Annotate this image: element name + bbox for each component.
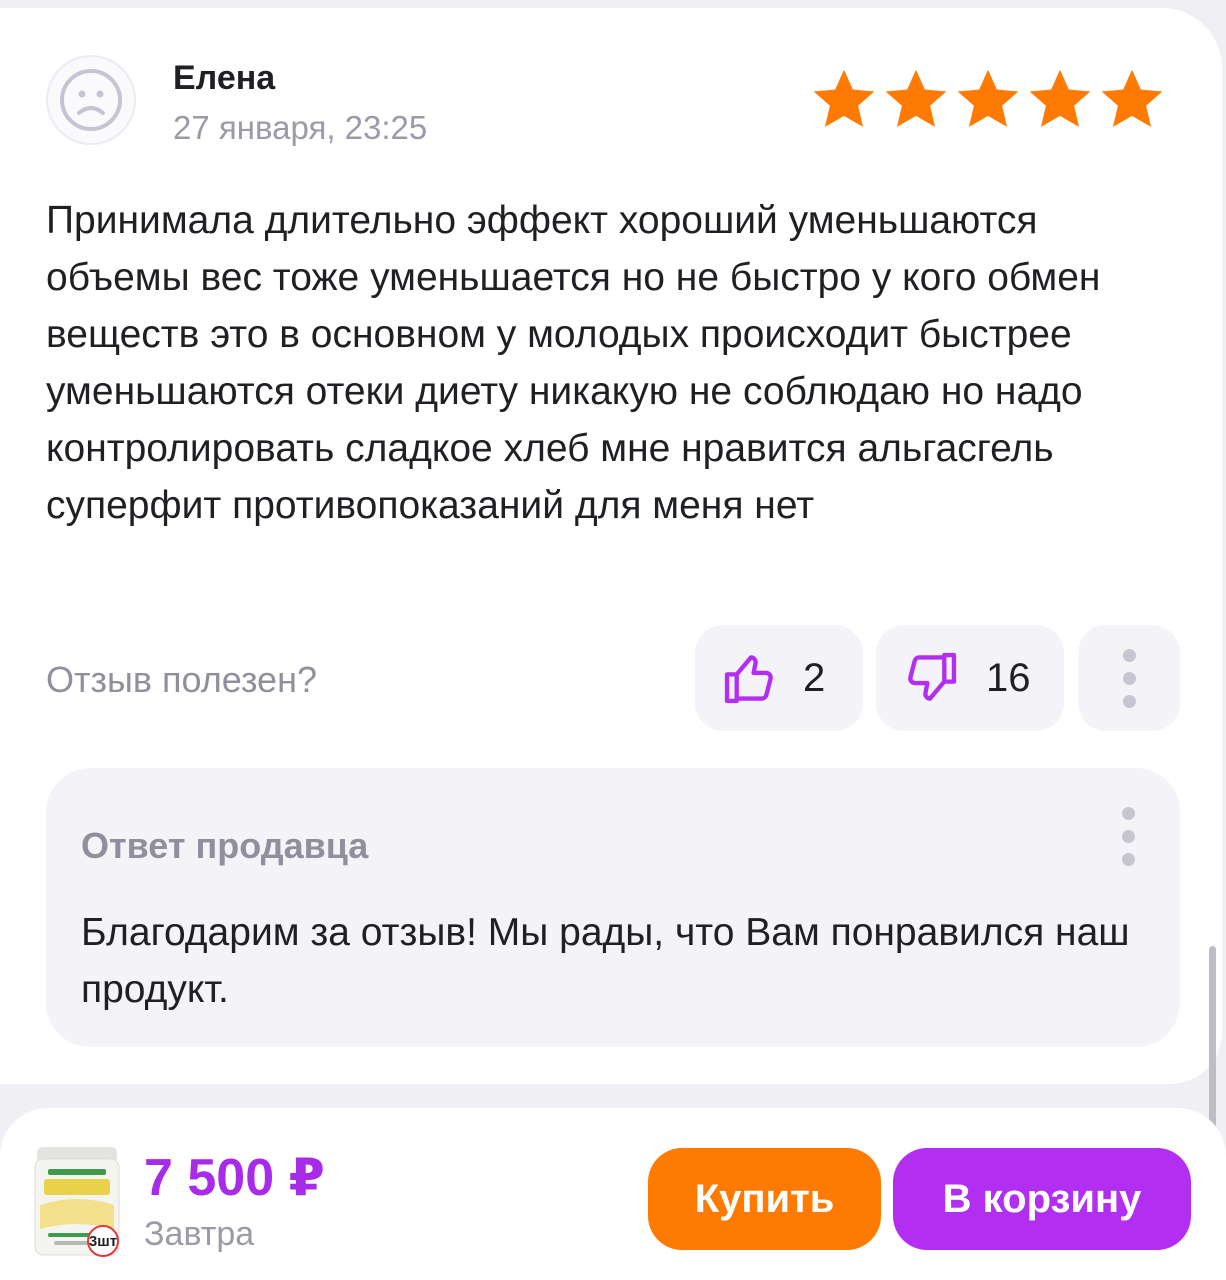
star-icon [1029, 69, 1091, 127]
dislike-button[interactable]: 16 [876, 625, 1064, 731]
review-author: Елена [173, 59, 276, 97]
star-icon [957, 69, 1019, 127]
delivery-date: Завтра [144, 1215, 255, 1253]
seller-reply: Ответ продавца Благодарим за отзыв! Мы р… [46, 768, 1180, 1047]
review-card: Елена 27 января, 23:25 Принимала длитель… [0, 8, 1222, 1084]
sad-face-icon [60, 69, 122, 131]
dislike-count: 16 [986, 655, 1031, 700]
thumbs-up-icon [724, 655, 773, 704]
add-to-cart-button[interactable]: В корзину [893, 1148, 1191, 1250]
helpful-label: Отзыв полезен? [46, 659, 317, 700]
like-count: 2 [803, 655, 826, 700]
review-more-button[interactable] [1078, 625, 1180, 731]
seller-reply-title: Ответ продавца [81, 825, 369, 866]
star-icon [813, 69, 875, 127]
product-price: 7 500 ₽ [144, 1149, 325, 1207]
seller-reply-text: Благодарим за отзыв! Мы рады, что Вам по… [81, 911, 1130, 1011]
bottom-purchase-bar: 3шт 7 500 ₽ Завтра Купить В корзину [0, 1108, 1226, 1280]
quantity-badge: 3шт [87, 1225, 119, 1257]
thumbs-down-icon [908, 652, 957, 701]
seller-reply-more-button[interactable] [1106, 806, 1150, 866]
like-button[interactable]: 2 [695, 625, 863, 731]
scrollbar[interactable] [1209, 946, 1216, 1146]
avatar [46, 55, 136, 145]
buy-button[interactable]: Купить [648, 1148, 881, 1250]
star-icon [1101, 69, 1163, 127]
review-text: Принимала длительно эффект хороший умень… [46, 199, 1101, 527]
more-vertical-icon [1122, 648, 1136, 708]
review-date: 27 января, 23:25 [173, 109, 428, 146]
star-icon [885, 69, 947, 127]
rating-stars [810, 66, 1166, 134]
more-vertical-icon [1121, 806, 1135, 866]
